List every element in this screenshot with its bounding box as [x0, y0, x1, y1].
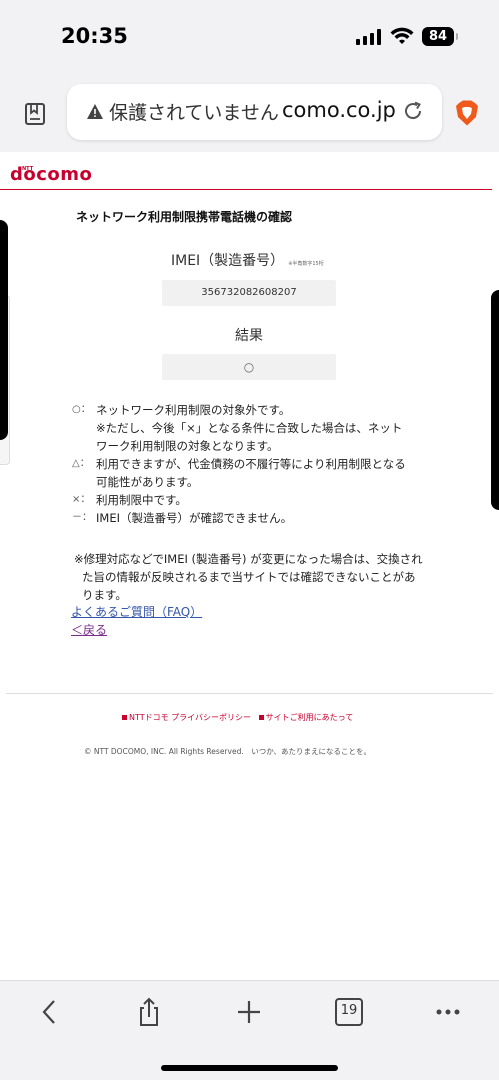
footer-divider [6, 693, 493, 694]
url-domain: como.co.jp [282, 98, 396, 122]
share-icon[interactable] [134, 997, 164, 1027]
legend-row: ○： ネットワーク利用制限の対象外です。 [72, 401, 432, 419]
tabs-button[interactable]: 19 [334, 997, 364, 1027]
header-divider [0, 189, 492, 190]
notice-line: た旨の情報が反映されるまで当サイトでは確認できないことがあ [82, 570, 416, 584]
legend-text: 可能性があります。 [96, 475, 199, 489]
imei-label-text: IMEI（製造番号） [171, 253, 285, 269]
status-bar: 20:35 84 [0, 0, 499, 70]
more-options-icon[interactable] [433, 997, 463, 1027]
legend-symbol: ○： [72, 404, 91, 415]
result-value-field: ○ [162, 354, 336, 380]
cellular-signal-icon [356, 29, 381, 45]
brave-shield-icon[interactable] [455, 100, 479, 126]
bookmarks-icon[interactable] [24, 102, 46, 126]
legend-text: ※ただし、今後「×」となる条件に合致した場合は、ネット [96, 421, 403, 435]
status-time: 20:35 [61, 24, 128, 48]
legend-row: 可能性があります。 [72, 473, 432, 491]
notice-text: ※修理対応などでIMEI (製造番号) が変更になった場合は、交換され た旨の情… [74, 550, 434, 604]
left-edge-shade [0, 220, 8, 440]
main-content: ネットワーク利用制限携帯電話機の確認 IMEI（製造番号） ※半角数字15桁 35… [70, 208, 430, 637]
browser-bottom-bar: 19 [0, 980, 499, 1080]
legend-text: IMEI（製造番号）が確認できません。 [96, 511, 293, 525]
legend-text: ネットワーク利用制限の対象外です。 [96, 403, 291, 417]
web-page: docomo NTT ネットワーク利用制限携帯電話機の確認 IMEI（製造番号）… [0, 152, 499, 980]
reload-icon[interactable] [402, 100, 424, 122]
battery-icon: 84 [422, 27, 458, 46]
legend-row: －： IMEI（製造番号）が確認できません。 [72, 509, 432, 527]
result-label: 結果 [235, 328, 263, 344]
address-bar[interactable]: 保護されていません como.co.jp [67, 84, 442, 140]
browser-toolbar: 保護されていません como.co.jp [0, 70, 499, 152]
legend-row: ×： 利用制限中です。 [72, 491, 432, 509]
legend-row: ワーク利用制限の対象となります。 [72, 437, 432, 455]
back-icon[interactable] [35, 997, 65, 1027]
imei-value-field: 356732082608207 [162, 280, 336, 306]
legend-text: 利用できますが、代金債務の不履行等により利用制限となる [96, 457, 406, 471]
bullet-square-icon [258, 715, 264, 720]
notice-line: ※修理対応などでIMEI (製造番号) が変更になった場合は、交換され [74, 552, 423, 566]
footer-links: NTTドコモ プライバシーポリシー サイトご利用にあたって [122, 712, 353, 723]
legend-symbol: △： [72, 458, 90, 469]
legend-row: ※ただし、今後「×」となる条件に合致した場合は、ネット [72, 419, 432, 437]
legend-row: △： 利用できますが、代金債務の不履行等により利用制限となる [72, 455, 432, 473]
tab-count: 19 [340, 1003, 358, 1018]
wifi-icon [390, 27, 414, 44]
page-title: ネットワーク利用制限携帯電話機の確認 [76, 210, 293, 224]
notice-line: ります。 [82, 588, 127, 602]
faq-link[interactable]: よくあるご質問（FAQ） [71, 603, 202, 620]
legend-symbol: ×： [72, 494, 91, 505]
copyright-text: © NTT DOCOMO, INC. All Rights Reserved. … [84, 747, 372, 756]
bullet-square-icon [122, 715, 127, 720]
right-edge-shade [491, 290, 499, 510]
legend-symbol: －： [72, 512, 92, 523]
result-legend: ○： ネットワーク利用制限の対象外です。 ※ただし、今後「×」となる条件に合致した… [72, 401, 432, 527]
imei-note: ※半角数字15桁 [288, 261, 324, 267]
imei-label: IMEI（製造番号） ※半角数字15桁 [171, 250, 324, 270]
warning-icon [87, 104, 103, 119]
privacy-policy-link[interactable]: NTTドコモ プライバシーポリシー [129, 713, 251, 722]
legend-text: 利用制限中です。 [96, 493, 187, 507]
security-status-text: 保護されていません [109, 102, 279, 124]
site-terms-link[interactable]: サイトご利用にあたって [266, 713, 354, 722]
back-link[interactable]: ＜戻る [71, 621, 107, 638]
home-indicator[interactable] [161, 1065, 338, 1071]
phone-screen: 20:35 84 保護されていません como.co.jp docomo NTT… [0, 0, 499, 1080]
new-tab-icon[interactable] [234, 997, 264, 1027]
ntt-logo-text: NTT [22, 166, 34, 172]
legend-text: ワーク利用制限の対象となります。 [96, 439, 279, 453]
